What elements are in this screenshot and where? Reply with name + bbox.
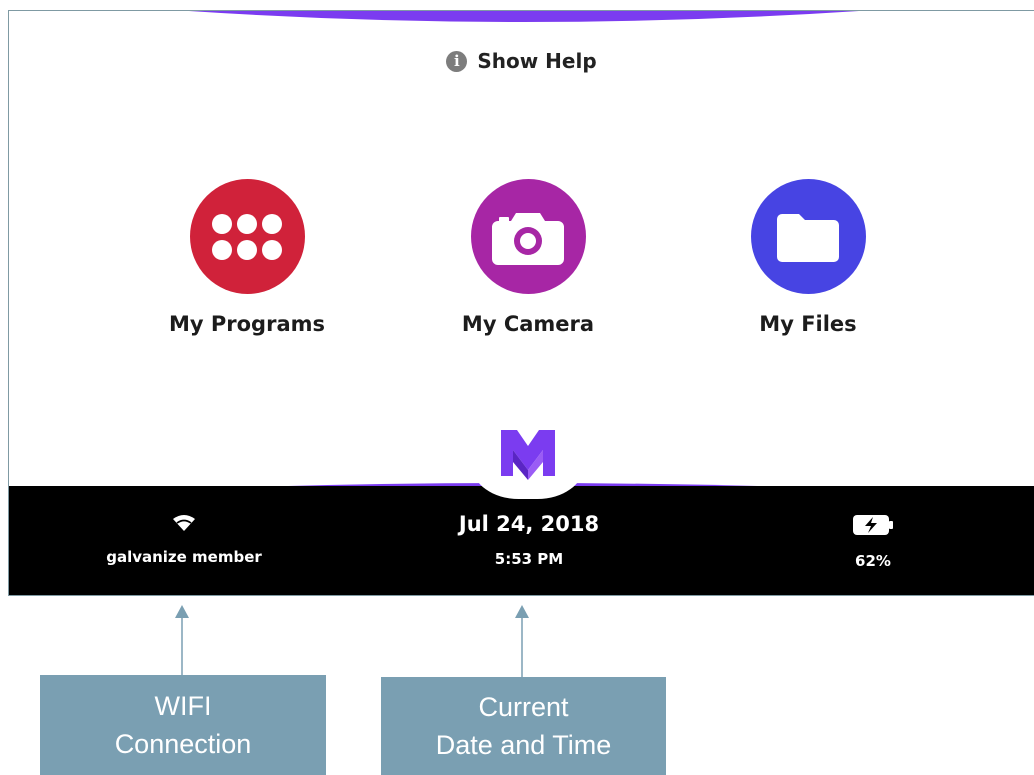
status-bar: galvanize member Jul 24, 2018 5:53 PM 62… [9, 486, 1034, 595]
battery-charging-icon [853, 515, 893, 535]
my-programs-app[interactable]: My Programs [127, 179, 367, 336]
show-help-label: Show Help [477, 49, 597, 73]
my-camera-label: My Camera [461, 312, 595, 336]
my-files-label: My Files [759, 312, 857, 336]
show-help-button[interactable]: i Show Help [9, 49, 1034, 73]
camera-icon [492, 212, 564, 265]
folder-icon [777, 213, 839, 262]
my-files-app[interactable]: My Files [688, 179, 928, 336]
my-camera-app[interactable]: My Camera [408, 179, 648, 336]
files-icon-circle[interactable] [750, 179, 866, 294]
wifi-callout-line2: Connection [114, 729, 252, 759]
datetime-annotation-arrow [515, 605, 529, 677]
datetime-callout-line2: Date and Time [435, 730, 612, 760]
brand-logo-icon [501, 430, 555, 480]
camera-icon-circle[interactable] [470, 179, 586, 294]
top-accent-arc [189, 11, 859, 22]
datetime-callout: Current Date and Time [381, 677, 666, 775]
wifi-network-name: galvanize member [106, 548, 262, 566]
date-time-status: Jul 24, 2018 5:53 PM [419, 512, 639, 568]
current-time: 5:53 PM [494, 550, 564, 568]
grid-dots-icon [212, 213, 282, 260]
datetime-callout-line1: Current [478, 692, 569, 722]
device-screen: i Show Help My Programs My Camera My Fil… [8, 10, 1034, 596]
wifi-annotation-arrow [175, 605, 189, 677]
battery-percent: 62% [855, 552, 891, 570]
wifi-icon [173, 515, 195, 531]
info-icon: i [446, 50, 468, 72]
current-date: Jul 24, 2018 [458, 512, 600, 536]
wifi-callout-line1: WIFI [154, 691, 212, 721]
battery-status: 62% [817, 514, 929, 570]
my-programs-label: My Programs [168, 312, 325, 336]
wifi-callout: WIFI Connection [40, 675, 326, 775]
wifi-status[interactable]: galvanize member [89, 514, 279, 566]
programs-icon-circle[interactable] [189, 179, 305, 294]
